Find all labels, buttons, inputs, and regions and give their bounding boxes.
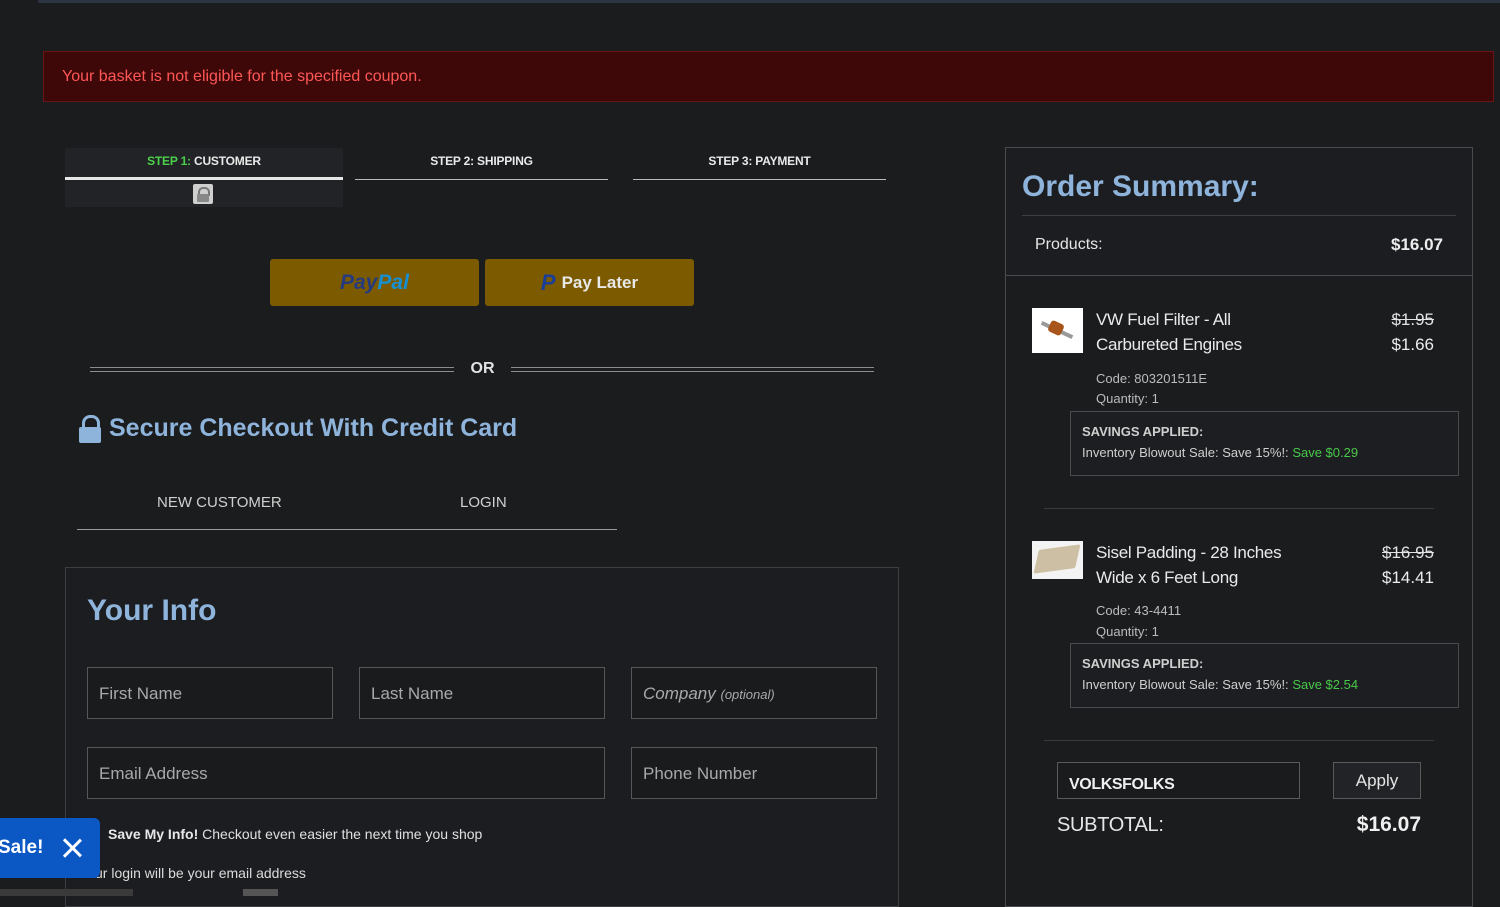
coupon-value: VOLKSFOLKS	[1069, 776, 1175, 793]
company-optional-hint: (optional)	[720, 687, 775, 702]
step1-label: CUSTOMER	[194, 154, 261, 168]
order-summary-header	[1005, 147, 1473, 276]
item-price-old: $1.95	[1391, 310, 1434, 329]
item-code: Code: 803201511E	[1096, 371, 1208, 386]
step1-prefix: STEP 1:	[147, 154, 191, 168]
item-code: Code: 43-4411	[1096, 603, 1182, 618]
savings-box: SAVINGS APPLIED: Inventory Blowout Sale:…	[1070, 411, 1459, 476]
or-label: OR	[455, 360, 510, 378]
item-quantity: Quantity: 1	[1096, 391, 1159, 406]
savings-text: Inventory Blowout Sale: Save 15%!: Save …	[1082, 677, 1359, 692]
item-name[interactable]: VW Fuel Filter - All Carbureted Engines	[1096, 307, 1306, 357]
bottom-strip	[0, 889, 133, 896]
item-price-new: $14.41	[1382, 568, 1434, 587]
coupon-input[interactable]: VOLKSFOLKS	[1057, 762, 1300, 799]
divider-right	[511, 367, 874, 372]
item-price-old: $16.95	[1382, 543, 1434, 562]
paypal-icon: P	[540, 269, 556, 295]
error-alert: Your basket is not eligible for the spec…	[43, 51, 1494, 102]
products-label: Products:	[1035, 236, 1103, 253]
products-value: $16.07	[1391, 235, 1443, 254]
your-info-title: Your Info	[87, 594, 217, 627]
tab-step-customer[interactable]: STEP 1: CUSTOMER	[65, 148, 343, 180]
first-name-field[interactable]: First Name	[87, 667, 333, 719]
summary-divider	[1022, 215, 1456, 216]
save-my-info-bold: Save My Info!	[108, 826, 199, 842]
company-placeholder: Company	[643, 684, 716, 703]
paypal-logo: PayPal	[340, 270, 409, 294]
item-quantity: Quantity: 1	[1096, 624, 1159, 639]
fuel-filter-thumbnail[interactable]	[1032, 308, 1083, 353]
alert-message: Your basket is not eligible for the spec…	[62, 68, 422, 85]
save-my-info-option[interactable]: Save My Info! Checkout even easier the n…	[108, 826, 482, 842]
pay-later-label: Pay Later	[561, 272, 639, 292]
savings-amount: Save $0.29	[1292, 445, 1359, 460]
company-field[interactable]: Company (optional)	[631, 667, 877, 719]
secure-checkout-heading: Secure Checkout With Credit Card	[78, 414, 517, 443]
item-price-new: $1.66	[1391, 335, 1434, 354]
padlock-icon	[78, 414, 102, 443]
subtotal-label: SUBTOTAL:	[1057, 814, 1164, 836]
sisel-padding-thumbnail[interactable]	[1032, 541, 1083, 579]
subtotal-value: $16.07	[1356, 813, 1421, 836]
save-my-info-text: Checkout even easier the next time you s…	[202, 826, 483, 842]
last-name-field[interactable]: Last Name	[359, 667, 605, 719]
savings-heading: SAVINGS APPLIED:	[1082, 656, 1204, 671]
sale-label: Sale!	[0, 837, 44, 858]
apply-coupon-button[interactable]: Apply	[1333, 762, 1421, 799]
savings-box: SAVINGS APPLIED: Inventory Blowout Sale:…	[1070, 643, 1459, 708]
sale-badge[interactable]: Sale!	[0, 818, 100, 878]
customer-tabs-underline	[77, 529, 617, 530]
order-summary-title: Order Summary:	[1022, 170, 1259, 203]
tab-new-customer[interactable]: NEW CUSTOMER	[157, 494, 282, 511]
email-field[interactable]: Email Address	[87, 747, 605, 799]
savings-heading: SAVINGS APPLIED:	[1082, 424, 1204, 439]
paypal-pay-later-button[interactable]: P Pay Later	[485, 259, 694, 306]
lock-icon	[193, 184, 213, 204]
savings-amount: Save $2.54	[1292, 677, 1359, 692]
tab-step-shipping[interactable]: STEP 2: SHIPPING	[355, 148, 608, 180]
paypal-button[interactable]: PayPal	[270, 259, 479, 306]
bottom-strip-small	[243, 889, 278, 896]
phone-field[interactable]: Phone Number	[631, 747, 877, 799]
tab-login[interactable]: LOGIN	[460, 494, 507, 511]
login-note: ur login will be your email address	[95, 865, 306, 881]
close-icon[interactable]	[60, 833, 84, 863]
tab-step-payment[interactable]: STEP 3: PAYMENT	[633, 148, 886, 180]
top-border	[38, 0, 1500, 3]
item-separator	[1044, 508, 1434, 509]
item-name[interactable]: Sisel Padding - 28 Inches Wide x 6 Feet …	[1096, 540, 1306, 590]
secure-checkout-title: Secure Checkout With Credit Card	[109, 414, 518, 442]
savings-text: Inventory Blowout Sale: Save 15%!: Save …	[1082, 445, 1359, 460]
divider-left	[90, 367, 454, 372]
item-separator	[1044, 740, 1434, 741]
